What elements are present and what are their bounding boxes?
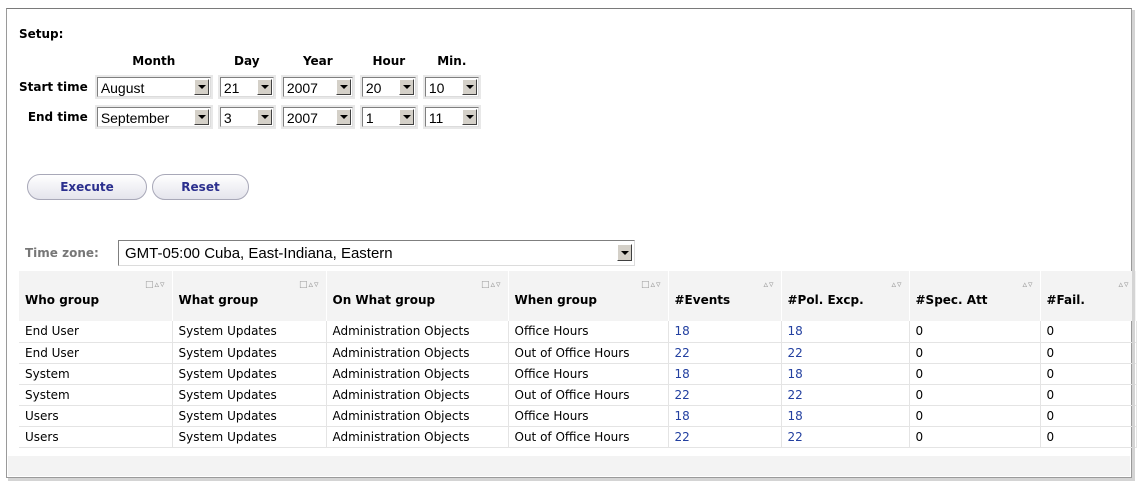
pol-excp-link[interactable]: 22 <box>781 342 910 364</box>
chevron-down-icon[interactable] <box>461 79 477 95</box>
panel-shadow-bottom <box>8 478 1135 481</box>
sort-icons[interactable]: ▵▿ <box>1022 280 1033 290</box>
events-link[interactable]: 18 <box>668 363 782 385</box>
filter-sort-icons[interactable]: □▵▿ <box>641 280 662 290</box>
table-row: End User System Updates Administration Obj… <box>19 342 1137 364</box>
column-header-pol-excp[interactable]: #Pol. Excp. ▵▿ <box>781 271 910 321</box>
col-min-label: Min. <box>437 54 467 68</box>
sort-icons[interactable]: ▵▿ <box>763 280 774 290</box>
timezone-label: Time zone: <box>25 246 99 260</box>
chevron-down-icon[interactable] <box>398 79 414 95</box>
table-row: End User System Updates Administration Obj… <box>19 321 1137 343</box>
chevron-down-icon[interactable] <box>335 109 351 125</box>
execute-button[interactable]: Execute <box>27 174 147 200</box>
pol-excp-link[interactable]: 18 <box>781 321 910 343</box>
filter-sort-icons[interactable]: □▵▿ <box>481 280 502 290</box>
setup-label: Setup: <box>19 27 64 41</box>
reset-button[interactable]: Reset <box>152 174 249 200</box>
col-year-label: Year <box>302 54 333 68</box>
chevron-down-icon[interactable] <box>398 109 414 125</box>
events-link[interactable]: 22 <box>668 384 782 406</box>
start-day-select[interactable]: 21 <box>219 77 274 97</box>
table-row: Users System Updates Administration Object… <box>19 405 1137 427</box>
results-table: Who group □▵▿ What group □▵▿ On What group… <box>19 271 1137 448</box>
date-range-setup: Month Day Year Hour Min. Start time Augu… <box>14 47 486 135</box>
column-header-events[interactable]: #Events ▵▿ <box>668 271 782 321</box>
chevron-down-icon[interactable] <box>256 79 272 95</box>
end-time-label: End time <box>27 110 88 124</box>
start-min-select[interactable]: 10 <box>424 77 479 97</box>
col-hour-label: Hour <box>372 54 406 68</box>
pol-excp-link[interactable]: 18 <box>781 405 910 427</box>
start-hour-select[interactable]: 20 <box>361 77 416 97</box>
table-row: Users System Updates Administration Object… <box>19 426 1137 448</box>
column-header-who-group[interactable]: Who group □▵▿ <box>19 271 173 321</box>
report-panel: Setup: Month Day Year Hour Min. Start ti… <box>6 8 1137 478</box>
sort-icons[interactable]: ▵▿ <box>1118 280 1129 290</box>
column-header-on-what-group[interactable]: On What group □▵▿ <box>326 271 509 321</box>
chevron-down-icon[interactable] <box>617 244 632 261</box>
chevron-down-icon[interactable] <box>193 79 209 95</box>
events-link[interactable]: 22 <box>668 342 782 364</box>
column-header-when-group[interactable]: When group □▵▿ <box>508 271 669 321</box>
chevron-down-icon[interactable] <box>256 109 272 125</box>
pol-excp-link[interactable]: 22 <box>781 384 910 406</box>
filter-sort-icons[interactable]: □▵▿ <box>145 280 166 290</box>
pol-excp-link[interactable]: 22 <box>781 426 910 448</box>
table-row: System System Updates Administration Objec… <box>19 363 1137 385</box>
column-header-spec-att[interactable]: #Spec. Att ▵▿ <box>909 271 1041 321</box>
chevron-down-icon[interactable] <box>335 79 351 95</box>
panel-shadow-right <box>1132 10 1135 480</box>
end-day-select[interactable]: 3 <box>219 107 274 127</box>
end-hour-select[interactable]: 1 <box>361 107 416 127</box>
end-year-select[interactable]: 2007 <box>282 107 353 127</box>
events-link[interactable]: 18 <box>668 321 782 343</box>
table-row: System System Updates Administration Objec… <box>19 384 1137 406</box>
start-month-select[interactable]: August <box>96 77 211 97</box>
start-time-label: Start time <box>19 80 88 94</box>
sort-icons[interactable]: ▵▿ <box>891 280 902 290</box>
column-header-what-group[interactable]: What group □▵▿ <box>172 271 327 321</box>
chevron-down-icon[interactable] <box>461 109 477 125</box>
column-header-fail[interactable]: #Fail. ▵▿ <box>1040 271 1137 321</box>
col-month-label: Month <box>132 54 176 68</box>
chevron-down-icon[interactable] <box>193 109 209 125</box>
end-month-select[interactable]: September <box>96 107 211 127</box>
col-day-label: Day <box>234 54 260 68</box>
footer-band <box>8 456 1130 476</box>
filter-sort-icons[interactable]: □▵▿ <box>299 280 320 290</box>
events-link[interactable]: 22 <box>668 426 782 448</box>
timezone-select[interactable]: GMT-05:00 Cuba, East-Indiana, Eastern <box>118 240 635 266</box>
events-link[interactable]: 18 <box>668 405 782 427</box>
start-year-select[interactable]: 2007 <box>282 77 353 97</box>
pol-excp-link[interactable]: 18 <box>781 363 910 385</box>
end-min-select[interactable]: 11 <box>424 107 479 127</box>
